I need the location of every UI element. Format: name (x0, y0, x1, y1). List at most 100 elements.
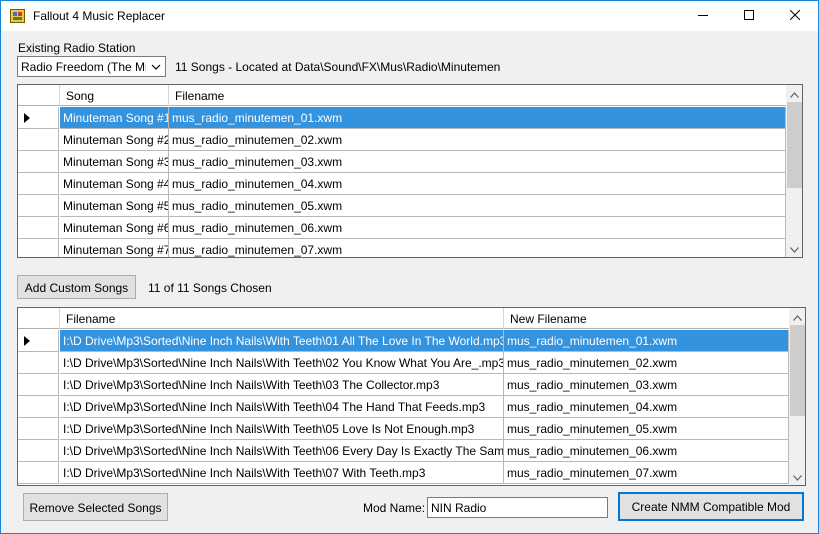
chevron-up-icon (793, 310, 802, 324)
client-area: Existing Radio Station Radio Freedom (Th… (1, 31, 818, 533)
grid-header: Filename New Filename (18, 308, 789, 329)
new-filename-cell[interactable]: mus_radio_minutemen_01.xwm (504, 330, 789, 352)
remove-selected-songs-button[interactable]: Remove Selected Songs (23, 493, 168, 521)
column-header-filename[interactable]: Filename (169, 85, 786, 106)
song-cell[interactable]: Minuteman Song #5 (60, 195, 169, 217)
table-row[interactable]: I:\D Drive\Mp3\Sorted\Nine Inch Nails\Wi… (18, 418, 789, 440)
station-label: Existing Radio Station (18, 41, 136, 55)
filename-cell[interactable]: mus_radio_minutemen_02.xwm (169, 129, 786, 151)
row-header[interactable] (18, 352, 59, 374)
close-button[interactable] (772, 1, 818, 31)
song-cell[interactable]: Minuteman Song #2 (60, 129, 169, 151)
scroll-up-button[interactable] (789, 308, 805, 325)
filename-cell[interactable]: I:\D Drive\Mp3\Sorted\Nine Inch Nails\Wi… (60, 418, 504, 440)
filename-cell[interactable]: I:\D Drive\Mp3\Sorted\Nine Inch Nails\Wi… (60, 374, 504, 396)
row-header[interactable] (18, 107, 59, 129)
new-filename-cell[interactable]: mus_radio_minutemen_05.xwm (504, 418, 789, 440)
row-header[interactable] (18, 239, 59, 257)
window-title: Fallout 4 Music Replacer (33, 9, 166, 23)
filename-cell[interactable]: mus_radio_minutemen_03.xwm (169, 151, 786, 173)
table-row[interactable]: Minuteman Song #2 mus_radio_minutemen_02.… (18, 129, 786, 151)
row-header[interactable] (18, 396, 59, 418)
filename-cell[interactable]: mus_radio_minutemen_06.xwm (169, 217, 786, 239)
new-filename-cell[interactable]: mus_radio_minutemen_02.xwm (504, 352, 789, 374)
row-header[interactable] (18, 217, 59, 239)
minimize-icon (698, 9, 708, 23)
station-info-text: 11 Songs - Located at Data\Sound\FX\Mus\… (175, 60, 501, 74)
minimize-button[interactable] (680, 1, 726, 31)
table-row[interactable]: Minuteman Song #4 mus_radio_minutemen_04.… (18, 173, 786, 195)
filename-cell[interactable]: mus_radio_minutemen_01.xwm (169, 107, 786, 129)
chevron-down-icon (150, 61, 162, 73)
song-cell[interactable]: Minuteman Song #7 (60, 239, 169, 257)
filename-cell[interactable]: I:\D Drive\Mp3\Sorted\Nine Inch Nails\Wi… (60, 352, 504, 374)
grid-header: Song Filename (18, 85, 786, 106)
current-row-arrow-icon (24, 336, 30, 346)
table-row[interactable]: I:\D Drive\Mp3\Sorted\Nine Inch Nails\Wi… (18, 374, 789, 396)
row-header-corner (18, 308, 60, 329)
table-row[interactable]: Minuteman Song #1 mus_radio_minutemen_01.… (18, 107, 786, 129)
row-header[interactable] (18, 173, 59, 195)
title-bar[interactable]: Fallout 4 Music Replacer (1, 1, 818, 31)
table-row[interactable]: Minuteman Song #7 mus_radio_minutemen_07.… (18, 239, 786, 257)
song-cell[interactable]: Minuteman Song #4 (60, 173, 169, 195)
table-row[interactable]: I:\D Drive\Mp3\Sorted\Nine Inch Nails\Wi… (18, 440, 789, 462)
filename-cell[interactable]: mus_radio_minutemen_05.xwm (169, 195, 786, 217)
row-header[interactable] (18, 374, 59, 396)
table-row[interactable]: I:\D Drive\Mp3\Sorted\Nine Inch Nails\Wi… (18, 330, 789, 352)
new-filename-cell[interactable]: mus_radio_minutemen_07.xwm (504, 462, 789, 484)
station-selected-value: Radio Freedom (The Minutemen) (21, 60, 146, 74)
song-cell[interactable]: Minuteman Song #6 (60, 217, 169, 239)
add-custom-songs-button[interactable]: Add Custom Songs (17, 275, 136, 299)
filename-cell[interactable]: I:\D Drive\Mp3\Sorted\Nine Inch Nails\Wi… (60, 396, 504, 418)
column-header-filename[interactable]: Filename (60, 308, 504, 329)
songs-chosen-count: 11 of 11 Songs Chosen (148, 281, 272, 295)
station-dropdown[interactable]: Radio Freedom (The Minutemen) (17, 56, 166, 77)
maximize-icon (744, 9, 754, 23)
new-filename-cell[interactable]: mus_radio_minutemen_03.xwm (504, 374, 789, 396)
filename-cell[interactable]: mus_radio_minutemen_04.xwm (169, 173, 786, 195)
row-header-corner (18, 85, 60, 106)
current-row-arrow-icon (24, 113, 30, 123)
filename-cell[interactable]: mus_radio_minutemen_07.xwm (169, 239, 786, 257)
new-filename-cell[interactable]: mus_radio_minutemen_04.xwm (504, 396, 789, 418)
fallout-vault-boy-icon (10, 9, 25, 23)
scroll-thumb[interactable] (787, 102, 802, 188)
scroll-thumb[interactable] (790, 325, 805, 416)
filename-cell[interactable]: I:\D Drive\Mp3\Sorted\Nine Inch Nails\Wi… (60, 440, 504, 462)
table-row[interactable]: I:\D Drive\Mp3\Sorted\Nine Inch Nails\Wi… (18, 396, 789, 418)
mod-name-label: Mod Name: (363, 501, 426, 515)
chevron-down-icon (790, 242, 799, 256)
row-header[interactable] (18, 330, 59, 352)
song-cell[interactable]: Minuteman Song #3 (60, 151, 169, 173)
row-header[interactable] (18, 440, 59, 462)
maximize-button[interactable] (726, 1, 772, 31)
app-window: Fallout 4 Music Replacer Existing Radio … (0, 0, 819, 534)
column-header-new-filename[interactable]: New Filename (504, 308, 789, 329)
create-nmm-mod-button[interactable]: Create NMM Compatible Mod (618, 492, 804, 521)
filename-cell[interactable]: I:\D Drive\Mp3\Sorted\Nine Inch Nails\Wi… (60, 462, 504, 484)
song-cell[interactable]: Minuteman Song #1 (60, 107, 169, 129)
row-header[interactable] (18, 151, 59, 173)
scroll-down-button[interactable] (789, 468, 805, 485)
table-row[interactable]: Minuteman Song #6 mus_radio_minutemen_06.… (18, 217, 786, 239)
new-filename-cell[interactable]: mus_radio_minutemen_06.xwm (504, 440, 789, 462)
table-row[interactable]: Minuteman Song #3 mus_radio_minutemen_03.… (18, 151, 786, 173)
songs-grid-scrollbar[interactable] (786, 85, 802, 257)
table-row[interactable]: I:\D Drive\Mp3\Sorted\Nine Inch Nails\Wi… (18, 352, 789, 374)
row-header[interactable] (18, 418, 59, 440)
station-songs-grid[interactable]: Song Filename Minuteman Song #1 mus_radio… (17, 84, 803, 258)
filename-cell[interactable]: I:\D Drive\Mp3\Sorted\Nine Inch Nails\Wi… (60, 330, 504, 352)
mod-name-input[interactable]: NIN Radio (427, 497, 608, 518)
column-header-song[interactable]: Song (60, 85, 169, 106)
scroll-down-button[interactable] (786, 240, 802, 257)
row-header[interactable] (18, 195, 59, 217)
row-header[interactable] (18, 129, 59, 151)
table-row[interactable]: I:\D Drive\Mp3\Sorted\Nine Inch Nails\Wi… (18, 462, 789, 484)
chevron-down-icon (793, 470, 802, 484)
custom-songs-grid[interactable]: Filename New Filename I:\D Drive\Mp3\Sor… (17, 307, 806, 486)
table-row[interactable]: Minuteman Song #5 mus_radio_minutemen_05.… (18, 195, 786, 217)
scroll-up-button[interactable] (786, 85, 802, 102)
custom-grid-scrollbar[interactable] (789, 308, 805, 485)
row-header[interactable] (18, 462, 59, 484)
